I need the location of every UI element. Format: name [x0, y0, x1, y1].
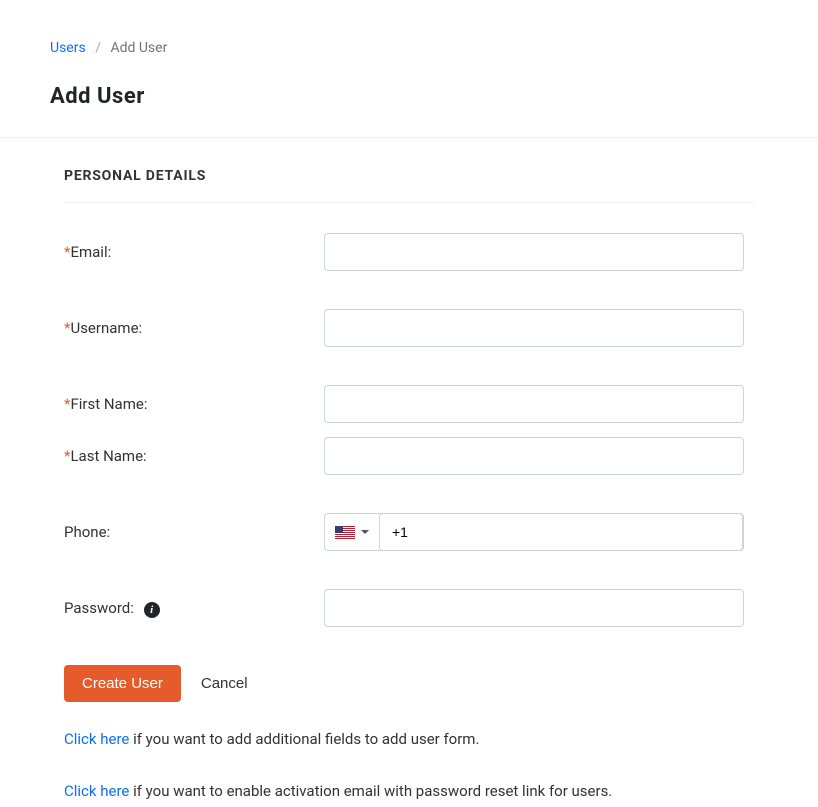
hint-additional-fields: Click here if you want to add additional…: [64, 730, 754, 748]
country-selector[interactable]: [325, 526, 379, 539]
breadcrumb-separator: /: [95, 40, 101, 56]
last-name-input[interactable]: [324, 437, 744, 475]
first-name-input[interactable]: [324, 385, 744, 423]
info-icon[interactable]: i: [144, 602, 160, 618]
field-row-first-name: *First Name:: [64, 385, 754, 423]
create-user-button[interactable]: Create User: [64, 665, 181, 702]
cancel-button[interactable]: Cancel: [201, 675, 248, 692]
chevron-down-icon: [361, 530, 369, 534]
field-row-email: *Email:: [64, 233, 754, 271]
page-title: Add User: [50, 84, 768, 109]
breadcrumb: Users / Add User: [50, 40, 768, 56]
additional-fields-link[interactable]: Click here: [64, 730, 129, 748]
breadcrumb-users-link[interactable]: Users: [50, 40, 86, 56]
password-input[interactable]: [324, 589, 744, 627]
activation-email-link[interactable]: Click here: [64, 782, 129, 800]
field-row-username: *Username:: [64, 309, 754, 347]
us-flag-icon: [335, 526, 355, 539]
hint2-text: if you want to enable activation email w…: [129, 782, 612, 800]
section-header-personal-details: PERSONAL DETAILS: [64, 168, 754, 203]
first-name-label: *First Name:: [64, 395, 324, 413]
field-row-phone: Phone:: [64, 513, 754, 551]
email-input[interactable]: [324, 233, 744, 271]
phone-input-group: [324, 513, 744, 551]
username-input[interactable]: [324, 309, 744, 347]
email-label: *Email:: [64, 243, 324, 261]
password-label: Password: i: [64, 599, 324, 618]
phone-input[interactable]: [379, 513, 743, 551]
divider: [0, 137, 818, 138]
username-label: *Username:: [64, 319, 324, 337]
field-row-password: Password: i: [64, 589, 754, 627]
last-name-label: *Last Name:: [64, 447, 324, 465]
phone-label: Phone:: [64, 523, 324, 541]
breadcrumb-current: Add User: [110, 40, 167, 56]
hint-activation-email: Click here if you want to enable activat…: [64, 782, 754, 800]
field-row-last-name: *Last Name:: [64, 437, 754, 475]
hint1-text: if you want to add additional fields to …: [129, 730, 479, 748]
form-actions: Create User Cancel: [64, 665, 754, 702]
